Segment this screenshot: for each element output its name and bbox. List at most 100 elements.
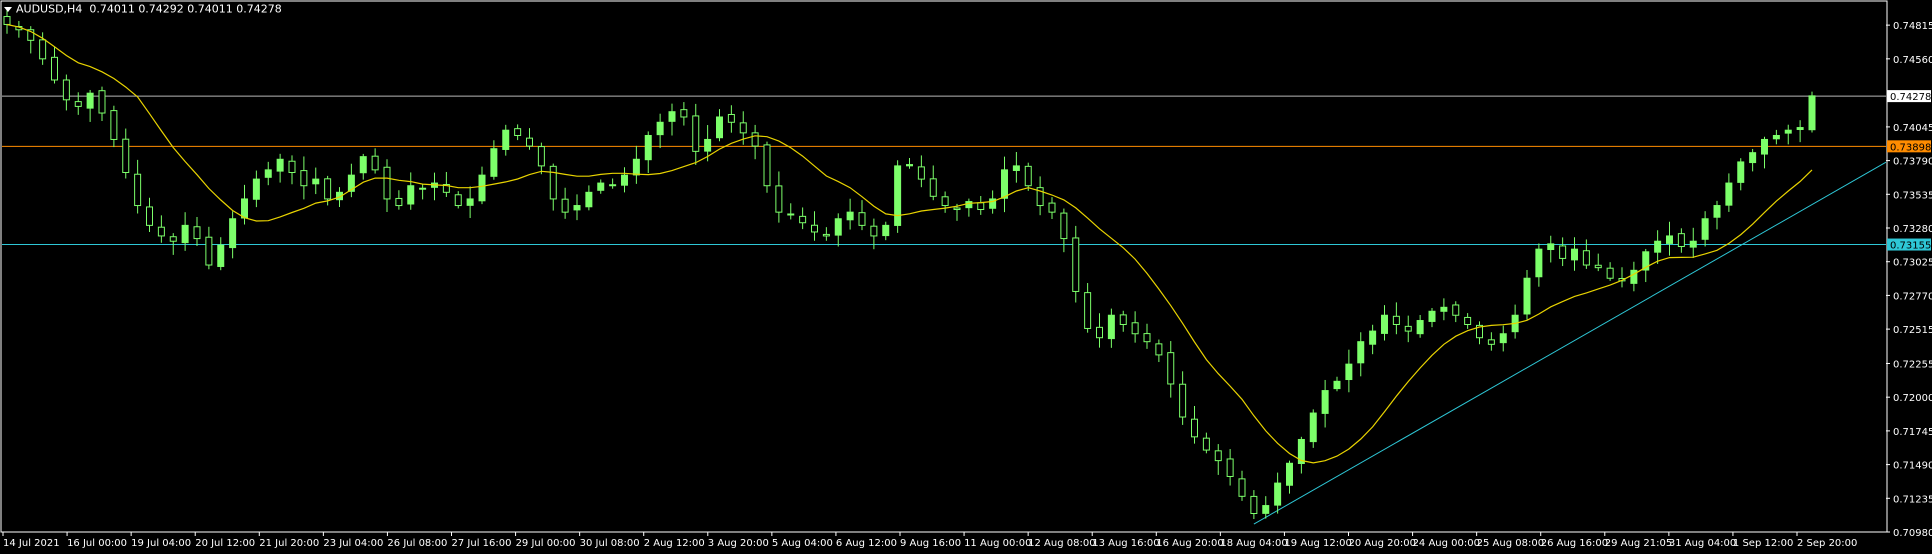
time-label: 26 Aug 16:00 [1541, 538, 1608, 549]
candle-body [3, 16, 11, 25]
candle-body [74, 101, 82, 107]
candle-body [1535, 248, 1543, 278]
candles [3, 8, 1816, 520]
price-label: 0.73025 [1893, 258, 1932, 269]
candle-body [1487, 339, 1495, 345]
time-label: 12 Aug 08:00 [1028, 538, 1095, 549]
time-label: 19 Jul 04:00 [131, 538, 191, 549]
candle-body [751, 132, 759, 147]
candle-body [1024, 165, 1032, 187]
candle-body [632, 158, 640, 176]
candle-body [656, 121, 664, 136]
candle-body [86, 92, 94, 109]
candle-body [870, 225, 878, 237]
time-label: 26 Jul 08:00 [387, 538, 447, 549]
candle-body [1191, 418, 1198, 438]
candle-body [312, 178, 320, 185]
time-label: 29 Jul 00:00 [516, 538, 576, 549]
chart-window[interactable]: 0.74815 0.74560 0.74045 0.73790 0.73535 0.732… [0, 0, 1932, 554]
candle-body [763, 144, 771, 187]
candle-body [953, 207, 961, 211]
candle-body [1666, 235, 1673, 244]
candle-body [1594, 264, 1602, 269]
candle-body [1012, 165, 1020, 171]
candle-body [526, 137, 533, 147]
candle-body [1523, 277, 1531, 315]
candle-body [1001, 169, 1008, 199]
candle-body [573, 205, 581, 211]
candle-body [1630, 269, 1638, 284]
price-chart[interactable]: 0.74815 0.74560 0.74045 0.73790 0.73535 0.732… [0, 0, 1932, 554]
price-label: 0.70980 [1893, 528, 1932, 539]
candle-body [775, 185, 783, 213]
candle-body [1072, 237, 1080, 292]
time-label: 23 Jul 04:00 [323, 538, 383, 549]
candle-body [1689, 240, 1697, 248]
time-label: 2 Sep 20:00 [1797, 538, 1857, 549]
candle-body [1559, 245, 1567, 259]
candle-body [906, 164, 913, 167]
candle-body [1286, 462, 1293, 486]
candle-body [1107, 314, 1115, 340]
candle-body [858, 212, 866, 226]
time-label: 21 Jul 20:00 [259, 538, 319, 549]
candle-body [371, 155, 379, 171]
candle-body [644, 134, 652, 161]
candle-body [1428, 310, 1436, 322]
candle-body [288, 160, 296, 173]
ohlc-values: 0.74011 0.74292 0.74011 0.74278 [89, 2, 282, 16]
candle-body [834, 218, 842, 236]
symbol-timeframe: AUDUSD,H4 [16, 2, 83, 16]
candle-body [454, 194, 462, 207]
window-menu-icon[interactable] [4, 6, 12, 12]
candle-body [1202, 437, 1210, 451]
candle-body [478, 174, 486, 202]
candle-body [395, 197, 403, 207]
price-label: 0.74815 [1893, 21, 1932, 32]
trend-line[interactable] [1253, 161, 1887, 525]
candle-body [799, 215, 807, 224]
time-label: 20 Aug 20:00 [1349, 538, 1416, 549]
candle-body [1440, 306, 1448, 312]
candle-body [1096, 326, 1103, 339]
time-label: 24 Aug 00:00 [1413, 538, 1480, 549]
chart-header: AUDUSD,H4 0.74011 0.74292 0.74011 0.7427… [4, 2, 282, 16]
candle-body [146, 206, 153, 226]
candle-body [1060, 212, 1068, 240]
candle-body [383, 166, 391, 200]
candle-body [846, 211, 854, 221]
plot-frame [0, 0, 1888, 533]
candle-body [300, 170, 308, 187]
candle-body [1464, 316, 1472, 325]
candle-body [894, 165, 902, 226]
candle-body [609, 184, 617, 187]
price-label: 0.72515 [1893, 325, 1932, 336]
candle-body [1238, 478, 1246, 497]
price-label: 0.72255 [1893, 359, 1932, 370]
price-label: 0.74045 [1893, 123, 1932, 134]
candle-body [252, 178, 260, 200]
candle-body [1167, 352, 1175, 385]
candle-body [965, 201, 973, 209]
candle-body [977, 202, 985, 211]
candle-body [549, 165, 557, 200]
candle-body [704, 138, 712, 152]
candle-body [324, 178, 332, 200]
candle-body [1654, 240, 1662, 253]
price-label: 0.74560 [1893, 55, 1932, 66]
candle-body [276, 158, 284, 172]
candle-body [1131, 322, 1139, 335]
time-axis[interactable]: 14 Jul 2021 16 Jul 00:00 19 Jul 04:00 20 Ju… [2, 532, 1857, 549]
candle-body [1582, 250, 1590, 266]
candle-body [98, 90, 106, 114]
candle-body [822, 233, 830, 237]
candle-body [739, 122, 747, 134]
candle-body [1713, 205, 1721, 218]
candle-body [668, 111, 676, 122]
candle-body [1084, 292, 1092, 329]
time-label: 20 Jul 12:00 [195, 538, 255, 549]
candle-body [811, 224, 818, 233]
time-label: 25 Aug 08:00 [1477, 538, 1544, 549]
price-label: 0.73790 [1893, 157, 1932, 168]
price-label: 0.72000 [1893, 393, 1932, 404]
